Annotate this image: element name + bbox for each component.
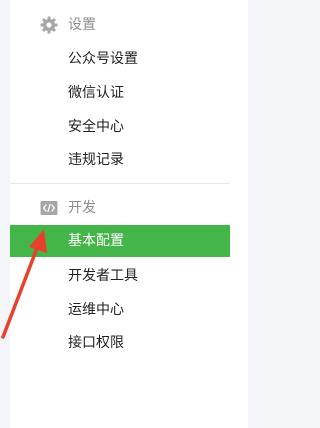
sidebar-item-basic-config[interactable]: 基本配置 <box>10 225 230 257</box>
sidebar-item-label: 开发者工具 <box>68 268 138 284</box>
sidebar-nav: 设置 公众号设置 微信认证 安全中心 违规记录 开发 基本配置 开发者工具 运维… <box>10 0 230 428</box>
sidebar-item-api-permissions[interactable]: 接口权限 <box>10 327 230 359</box>
section-header-development: 开发 <box>10 196 230 220</box>
section-title-development: 开发 <box>68 200 96 216</box>
sidebar-item-label: 违规记录 <box>68 152 124 168</box>
sidebar-item-wechat-verification[interactable]: 微信认证 <box>10 77 230 109</box>
sidebar-item-label: 运维中心 <box>68 302 124 318</box>
right-edge <box>230 0 248 428</box>
sidebar-item-label: 接口权限 <box>68 335 124 351</box>
sidebar-item-developer-tools[interactable]: 开发者工具 <box>10 260 230 292</box>
sidebar-item-label: 微信认证 <box>68 85 124 101</box>
sidebar-item-account-settings[interactable]: 公众号设置 <box>10 43 230 75</box>
sidebar-item-label: 公众号设置 <box>68 51 138 67</box>
sidebar-item-violation-records[interactable]: 违规记录 <box>10 144 230 176</box>
sidebar-item-label: 安全中心 <box>68 119 124 135</box>
sidebar-item-ops-center[interactable]: 运维中心 <box>10 294 230 326</box>
gear-icon <box>40 16 58 34</box>
section-divider <box>10 183 230 184</box>
section-title-settings: 设置 <box>68 17 96 33</box>
sidebar-item-label: 基本配置 <box>68 233 124 249</box>
sidebar-item-security-center[interactable]: 安全中心 <box>10 111 230 143</box>
code-icon <box>40 199 58 217</box>
section-header-settings: 设置 <box>10 13 230 37</box>
